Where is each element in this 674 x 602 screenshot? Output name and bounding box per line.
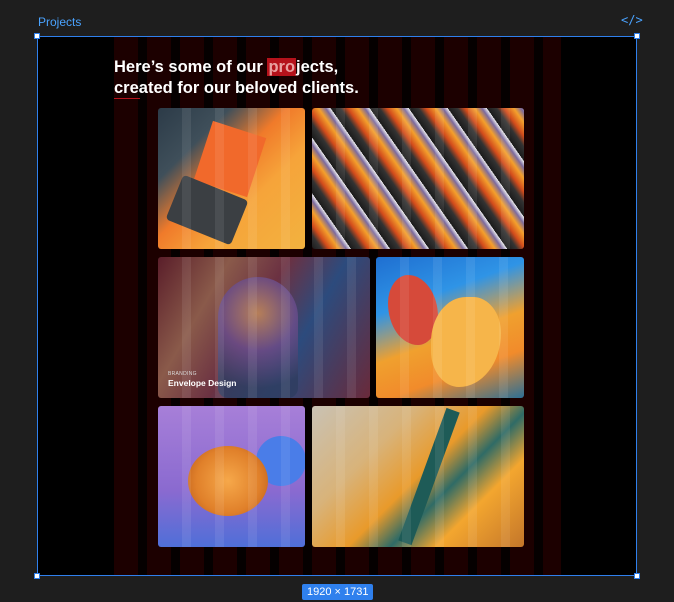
resize-handle-top-left[interactable] — [34, 33, 40, 39]
frame-dimensions-badge: 1920 × 1731 — [302, 584, 374, 600]
project-card-3d-render[interactable] — [158, 406, 305, 547]
project-card-marble-texture[interactable] — [312, 406, 524, 547]
grid-overlay — [312, 406, 524, 547]
project-card-abstract-collage[interactable] — [312, 108, 524, 249]
code-icon[interactable]: </> — [621, 13, 643, 27]
frame-label[interactable]: Projects — [38, 15, 81, 29]
projects-frame[interactable]: Here’s some of our projects, created for… — [37, 36, 637, 576]
headline-line-1: Here’s some of our projects, — [114, 57, 359, 78]
headline-highlight: pro — [267, 58, 297, 76]
resize-handle-bottom-right[interactable] — [634, 573, 640, 579]
grid-overlay — [312, 108, 524, 249]
grid-overlay — [376, 257, 524, 398]
headline-underline — [114, 98, 140, 99]
headline-suffix: jects, — [296, 58, 339, 76]
card-category: BRANDING — [168, 371, 197, 377]
grid-overlay — [158, 406, 305, 547]
resize-handle-top-right[interactable] — [634, 33, 640, 39]
headline-line-2: created for our beloved clients. — [114, 79, 359, 97]
card-title: Envelope Design — [168, 378, 237, 388]
headline-prefix: Here’s some of our — [114, 58, 268, 76]
project-card-abstract-shapes[interactable] — [376, 257, 524, 398]
grid-overlay — [158, 108, 305, 249]
resize-handle-bottom-left[interactable] — [34, 573, 40, 579]
section-headline: Here’s some of our projects, created for… — [114, 57, 359, 99]
project-card-envelope-design[interactable]: BRANDING Envelope Design — [158, 257, 370, 398]
project-card-change-by-design[interactable] — [158, 108, 305, 249]
